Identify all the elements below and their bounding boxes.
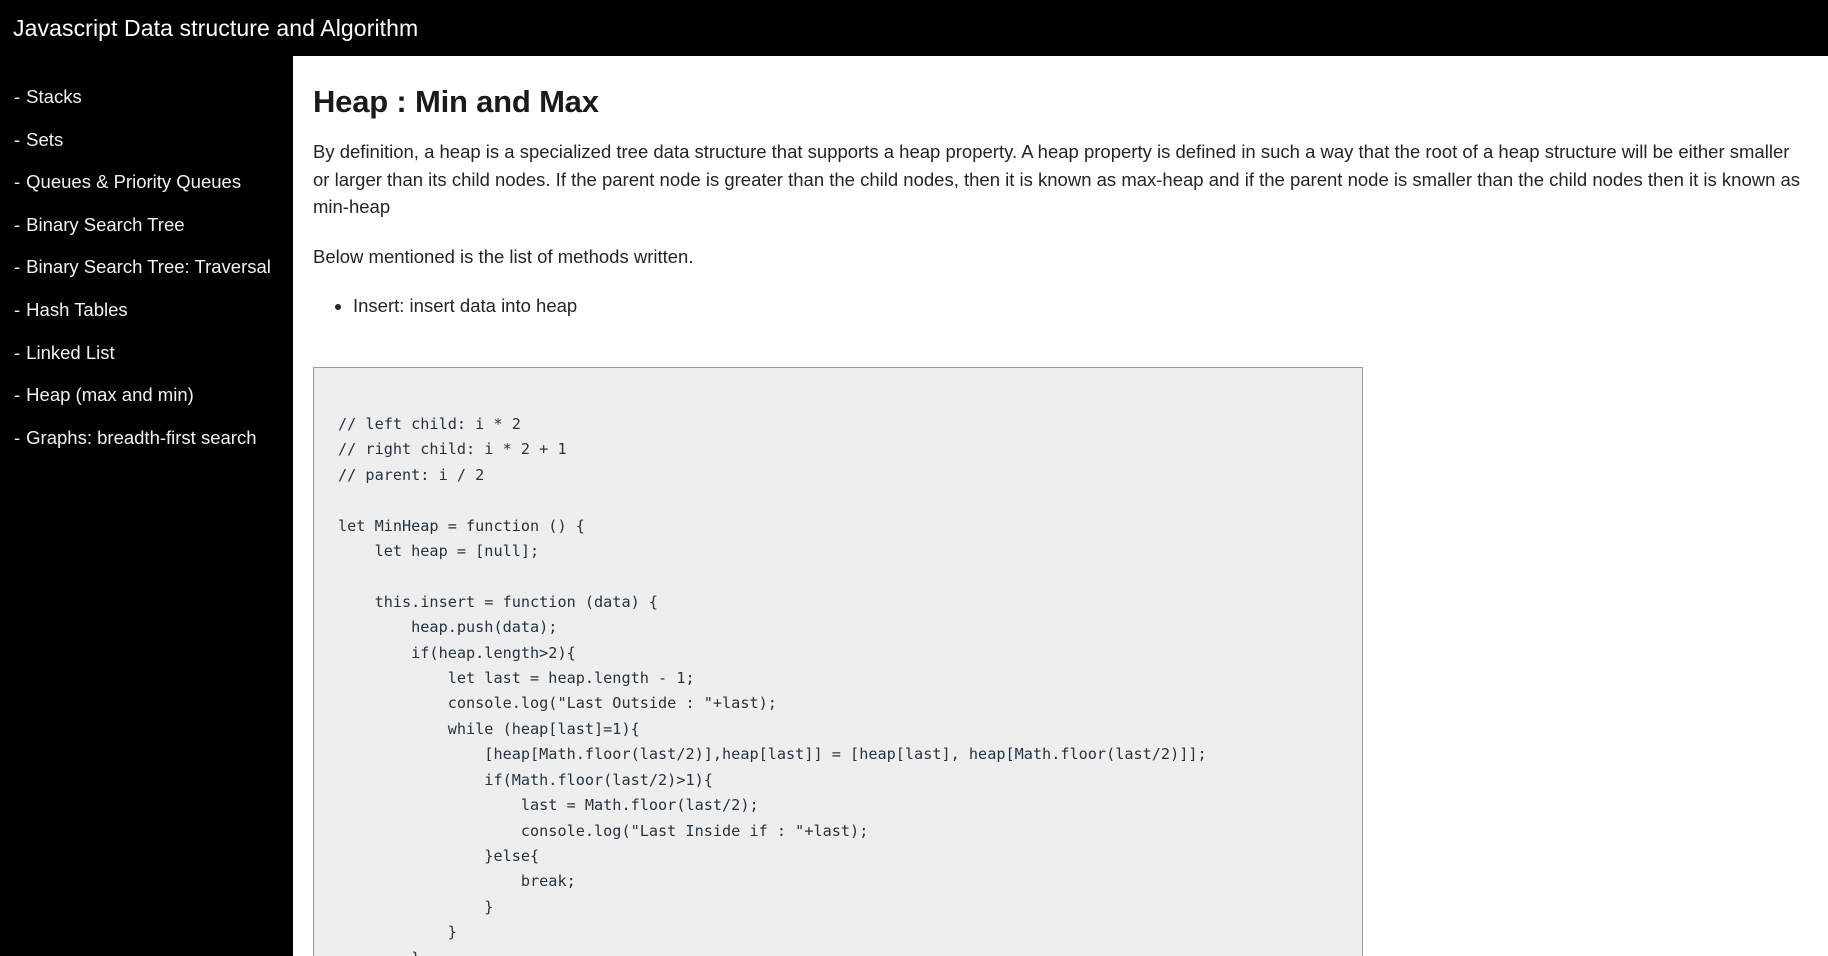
sidebar-item-label: Heap (max and min) [26, 384, 194, 406]
sidebar-item-sets[interactable]: - Sets [0, 119, 293, 162]
app-title: Javascript Data structure and Algorithm [13, 14, 419, 41]
sidebar-item-label: Stacks [26, 86, 82, 108]
methods-list: Insert: insert data into heap [313, 292, 1808, 319]
sidebar-item-linked-list[interactable]: - Linked List [0, 332, 293, 375]
sidebar-item-label: Sets [26, 128, 64, 150]
sidebar-item-dash: - [14, 171, 21, 193]
intro-paragraph: By definition, a heap is a specialized t… [313, 141, 1801, 217]
sidebar-item-dash: - [14, 341, 21, 363]
sidebar-item-stacks[interactable]: - Stacks [0, 76, 293, 119]
sidebar-item-dash: - [14, 128, 21, 150]
app-header: Javascript Data structure and Algorithm [0, 0, 1828, 56]
sidebar-item-dash: - [14, 256, 21, 278]
page-title: Heap : Min and Max [313, 84, 599, 119]
sidebar-item-hash-tables[interactable]: - Hash Tables [0, 289, 293, 332]
sidebar-item-label: Binary Search Tree [26, 213, 185, 235]
sidebar-item-queues-priority-queues[interactable]: - Queues & Priority Queues [0, 161, 293, 204]
sidebar-item-binary-search-tree-traversal[interactable]: - Binary Search Tree: Traversal [0, 246, 293, 289]
sidebar-item-dash: - [14, 299, 21, 321]
code-snippet: // left child: i * 2 // right child: i *… [338, 415, 1207, 956]
sidebar-item-binary-search-tree[interactable]: - Binary Search Tree [0, 204, 293, 247]
sidebar-item-label: Graphs: breadth-first search [26, 426, 257, 448]
methods-intro-paragraph: Below mentioned is the list of methods w… [313, 245, 694, 267]
sidebar-item-dash: - [14, 384, 21, 406]
sidebar-item-graphs-breadth-first-search[interactable]: - Graphs: breadth-first search [0, 417, 293, 460]
code-block-container: // left child: i * 2 // right child: i *… [313, 367, 1363, 956]
sidebar-item-label: Hash Tables [26, 299, 128, 321]
page-root: Javascript Data structure and Algorithm … [0, 0, 1828, 956]
sidebar-item-dash: - [14, 86, 21, 108]
sidebar-nav: - Stacks - Sets - Queues & Priority Queues - Bi… [0, 56, 293, 956]
list-item: Insert: insert data into heap [353, 292, 1808, 319]
sidebar-item-dash: - [14, 213, 21, 235]
sidebar-item-label: Linked List [26, 341, 115, 363]
sidebar-item-heap-max-and-min[interactable]: - Heap (max and min) [0, 374, 293, 417]
sidebar-item-label: Queues & Priority Queues [26, 171, 242, 193]
sidebar-item-label: Binary Search Tree: Traversal [26, 256, 271, 278]
sidebar-item-dash: - [14, 426, 21, 448]
main-content: Heap : Min and Max By definition, a heap… [293, 56, 1828, 956]
content-inner: Heap : Min and Max By definition, a heap… [293, 56, 1828, 956]
